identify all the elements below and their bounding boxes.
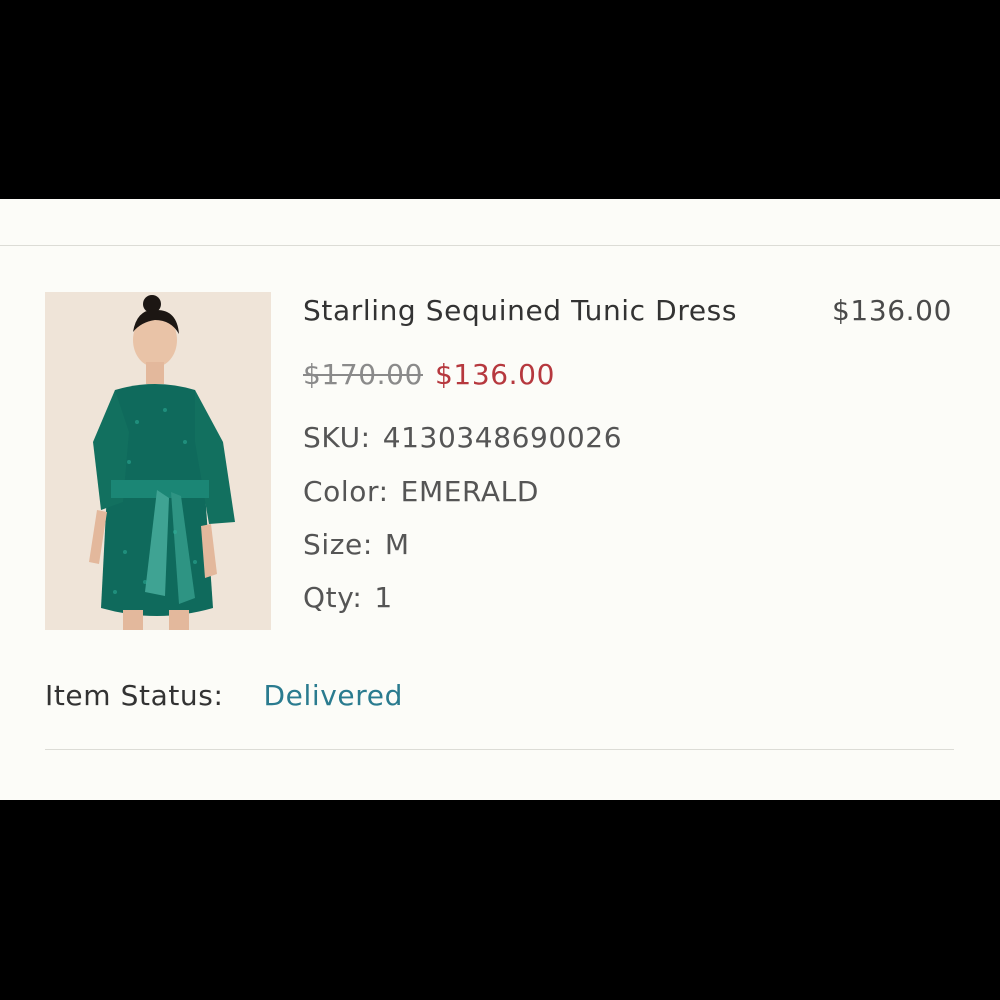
top-divider	[0, 245, 1000, 246]
item-status-label: Item Status:	[45, 679, 224, 712]
line-total-price: $136.00	[832, 294, 952, 327]
color-value: EMERALD	[400, 475, 540, 508]
item-status-row: Item Status: Delivered	[45, 679, 403, 712]
size-value: M	[384, 528, 410, 561]
qty-label: Qty:	[303, 581, 363, 614]
screen-frame: Starling Sequined Tunic Dress $136.00 $1…	[0, 0, 1000, 1000]
size-label: Size:	[303, 528, 373, 561]
original-price: $170.00	[303, 358, 423, 391]
item-status-value: Delivered	[263, 679, 403, 712]
color-row: Color: EMERALD	[303, 475, 539, 508]
qty-value: 1	[374, 581, 393, 614]
product-name[interactable]: Starling Sequined Tunic Dress	[303, 294, 737, 327]
sku-label: SKU:	[303, 421, 371, 454]
order-item-panel: Starling Sequined Tunic Dress $136.00 $1…	[0, 199, 1000, 800]
product-image[interactable]	[45, 292, 271, 630]
color-label: Color:	[303, 475, 389, 508]
sale-price: $136.00	[435, 358, 555, 391]
sku-row: SKU: 4130348690026	[303, 421, 622, 454]
price-row: $170.00 $136.00	[303, 358, 555, 391]
dress-photo-icon	[45, 292, 271, 630]
bottom-divider	[45, 749, 954, 750]
sku-value: 4130348690026	[382, 421, 623, 454]
qty-row: Qty: 1	[303, 581, 393, 614]
size-row: Size: M	[303, 528, 410, 561]
